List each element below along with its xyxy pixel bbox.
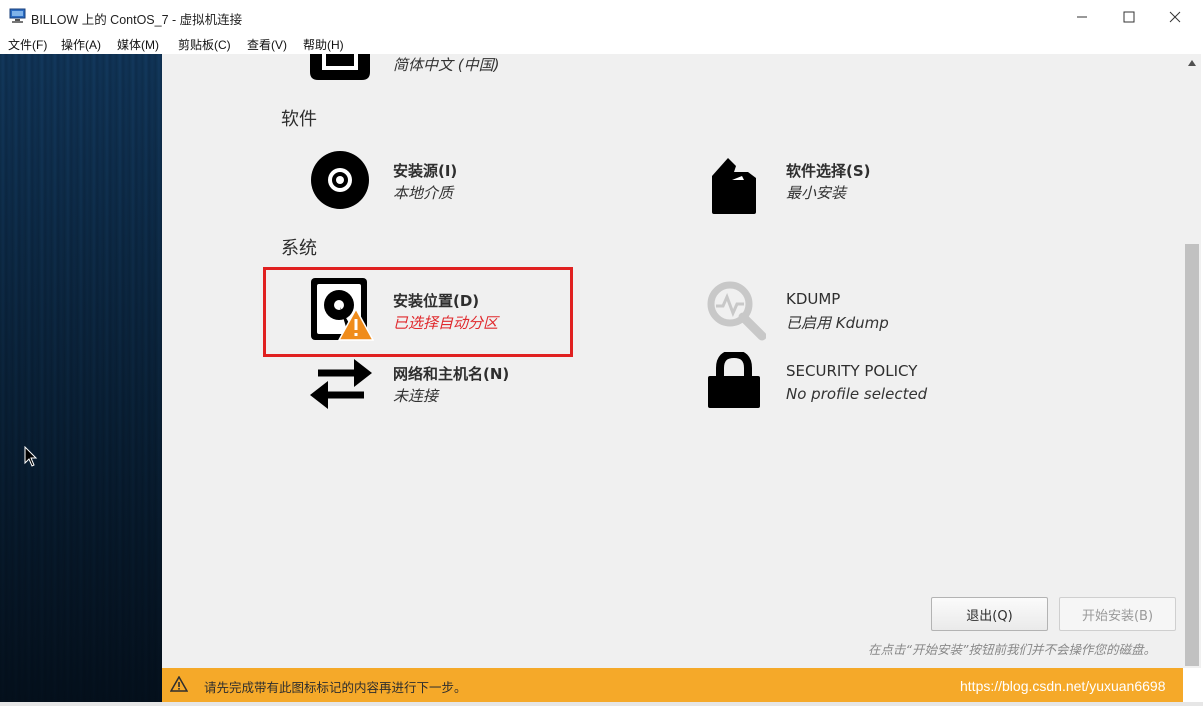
window-titlebar: BILLOW 上的 ContOS_7 - 虚拟机连接 bbox=[0, 0, 1203, 34]
menu-view[interactable]: 查看(V) bbox=[247, 36, 287, 53]
minimize-button[interactable] bbox=[1059, 2, 1105, 32]
security-policy-status: No profile selected bbox=[786, 385, 928, 403]
install-source-status: 本地介质 bbox=[393, 184, 454, 202]
warning-icon bbox=[170, 676, 188, 692]
scroll-up-icon[interactable] bbox=[1188, 60, 1196, 66]
lock-icon bbox=[708, 352, 760, 408]
minimize-icon bbox=[1077, 16, 1087, 18]
menubar: 文件(F) 操作(A) 媒体(M) 剪贴板(C) 查看(V) 帮助(H) bbox=[0, 34, 1203, 54]
kdump-status: 已启用 Kdump bbox=[786, 314, 889, 332]
security-policy-label: SECURITY POLICY bbox=[786, 362, 918, 380]
software-selection-status: 最小安装 bbox=[786, 184, 847, 202]
install-source-label: 安装源(I) bbox=[393, 162, 458, 180]
install-destination-status: 已选择自动分区 bbox=[393, 314, 499, 332]
warning-text: 请先完成带有此图标标记的内容再进行下一步。 bbox=[204, 680, 467, 695]
window-bottom-edge bbox=[0, 702, 1203, 706]
disc-icon bbox=[311, 151, 369, 209]
window-title: BILLOW 上的 ContOS_7 - 虚拟机连接 bbox=[31, 13, 243, 27]
watermark-text: https://blog.csdn.net/yuxuan6698 bbox=[960, 678, 1166, 694]
section-title-system: 系统 bbox=[281, 238, 317, 259]
vm-connection-icon bbox=[9, 8, 26, 23]
network-label: 网络和主机名(N) bbox=[393, 365, 510, 383]
install-destination-label: 安装位置(D) bbox=[393, 292, 480, 310]
begin-install-button[interactable]: 开始安装(B) bbox=[1059, 597, 1176, 631]
package-icon bbox=[712, 158, 756, 214]
maximize-button[interactable] bbox=[1106, 2, 1152, 32]
disk-note: 在点击“开始安装”按钮前我们并不会操作您的磁盘。 bbox=[868, 642, 1156, 657]
harddisk-warning-icon bbox=[311, 278, 374, 341]
scrollbar-thumb[interactable] bbox=[1185, 244, 1199, 666]
quit-button[interactable]: 退出(Q) bbox=[931, 597, 1048, 631]
close-button[interactable] bbox=[1152, 2, 1198, 32]
close-icon bbox=[1169, 11, 1181, 23]
menu-action[interactable]: 操作(A) bbox=[61, 36, 101, 53]
maximize-icon bbox=[1123, 11, 1135, 23]
kdump-label: KDUMP bbox=[786, 290, 841, 308]
menu-help[interactable]: 帮助(H) bbox=[303, 36, 344, 53]
menu-media[interactable]: 媒体(M) bbox=[117, 36, 159, 53]
installer-sidebar bbox=[0, 54, 162, 706]
mouse-cursor-icon bbox=[24, 446, 38, 467]
menu-clipboard[interactable]: 剪贴板(C) bbox=[178, 36, 231, 53]
language-status: 简体中文 (中国) bbox=[393, 56, 500, 74]
software-selection-label: 软件选择(S) bbox=[786, 162, 871, 180]
network-arrows-icon bbox=[310, 359, 372, 409]
section-title-software: 软件 bbox=[281, 109, 317, 130]
menu-file[interactable]: 文件(F) bbox=[8, 36, 47, 53]
network-status: 未连接 bbox=[393, 387, 439, 405]
search-pulse-icon bbox=[707, 281, 766, 341]
keyboard-icon bbox=[310, 54, 370, 80]
vertical-scrollbar[interactable] bbox=[1183, 54, 1201, 668]
